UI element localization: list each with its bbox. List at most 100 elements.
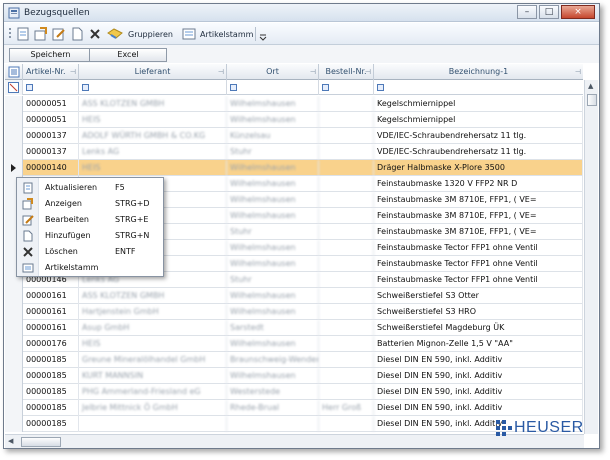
table-cell-bestell[interactable] bbox=[319, 416, 374, 432]
row-indicator[interactable] bbox=[5, 368, 23, 384]
table-cell-bez[interactable]: Feinstaubmaske 3M 8710E, FFP1, ( VE= bbox=[374, 192, 583, 208]
row-indicator[interactable] bbox=[5, 288, 23, 304]
table-cell-artikel[interactable]: 00000185 bbox=[23, 400, 79, 416]
filter-operator-icon[interactable] bbox=[230, 84, 237, 91]
filter-artikel-nr[interactable] bbox=[23, 80, 79, 95]
vertical-scroll-thumb[interactable] bbox=[587, 94, 597, 106]
table-row[interactable]: 00000140 HEIS Wilhelmshausen Dräger Halbmas… bbox=[5, 160, 583, 176]
table-cell-ort[interactable]: Stuhr bbox=[227, 272, 319, 288]
filter-operator-icon[interactable] bbox=[322, 84, 329, 91]
filter-bestell-nr[interactable] bbox=[319, 80, 374, 95]
table-row[interactable]: 00000185 KURT MANNSIN Wilhelmshausen Diesel… bbox=[5, 368, 583, 384]
row-indicator[interactable] bbox=[5, 96, 23, 112]
table-cell-bestell[interactable] bbox=[319, 256, 374, 272]
table-cell-artikel[interactable]: 00000051 bbox=[23, 112, 79, 128]
scroll-left-icon[interactable]: ◀ bbox=[8, 437, 13, 445]
table-cell-artikel[interactable]: 00000185 bbox=[23, 352, 79, 368]
pin-icon[interactable]: ⊣ bbox=[310, 64, 316, 80]
filter-operator-icon[interactable] bbox=[82, 84, 89, 91]
table-cell-bestell[interactable] bbox=[319, 384, 374, 400]
table-cell-artikel[interactable]: 00000161 bbox=[23, 288, 79, 304]
table-cell-ort[interactable]: Wilhelmshausen bbox=[227, 288, 319, 304]
table-cell-ort[interactable]: Wilhelmshausen bbox=[227, 240, 319, 256]
filter-bezeichnung[interactable] bbox=[374, 80, 583, 95]
pin-icon[interactable]: ⊣ bbox=[575, 64, 581, 80]
table-cell-bez[interactable]: Kegelschmiernippel bbox=[374, 112, 583, 128]
table-cell-bestell[interactable] bbox=[319, 288, 374, 304]
context-menu-item[interactable]: Aktualisieren F5 bbox=[17, 180, 163, 196]
table-cell-lieferant[interactable]: HEIS bbox=[79, 336, 227, 352]
table-cell-artikel[interactable]: 00000185 bbox=[23, 416, 79, 432]
column-chooser[interactable] bbox=[5, 64, 23, 80]
table-cell-bestell[interactable] bbox=[319, 304, 374, 320]
table-cell-lieferant[interactable]: KURT MANNSIN bbox=[79, 368, 227, 384]
table-cell-ort[interactable]: Stuhr bbox=[227, 144, 319, 160]
table-cell-bestell[interactable] bbox=[319, 96, 374, 112]
table-cell-bez[interactable]: Feinstaubmaske Tector FFP1 ohne Ventil bbox=[374, 240, 583, 256]
table-row[interactable]: 00000161 ASS KLOTZEN GMBH Wilhelmshausen Sc… bbox=[5, 288, 583, 304]
scroll-up-icon[interactable]: ▲ bbox=[588, 82, 593, 90]
table-cell-bez[interactable]: Feinstaubmaske 3M 8710E, FFP1, ( VE= bbox=[374, 208, 583, 224]
column-header-bestell-nr[interactable]: Bestell-Nr. ⊣ bbox=[319, 64, 374, 80]
table-cell-artikel[interactable]: 00000185 bbox=[23, 384, 79, 400]
table-cell-lieferant[interactable]: Jelbrie Mittnick Ö GmbH bbox=[79, 400, 227, 416]
table-cell-ort[interactable]: Rhede-Brual bbox=[227, 400, 319, 416]
column-header-artikel-nr[interactable]: Artikel-Nr. ⊣ bbox=[23, 64, 79, 80]
gruppieren-button[interactable] bbox=[107, 27, 123, 41]
row-indicator[interactable] bbox=[5, 400, 23, 416]
table-cell-bez[interactable]: Diesel DIN EN 590, inkl. Additiv bbox=[374, 400, 583, 416]
pin-icon[interactable]: ⊣ bbox=[70, 64, 76, 80]
row-indicator[interactable] bbox=[5, 144, 23, 160]
table-cell-bez[interactable]: VDE/IEC-Schraubendrehersatz 11 tlg. bbox=[374, 144, 583, 160]
table-cell-lieferant[interactable]: Asup GmbH bbox=[79, 320, 227, 336]
table-cell-bestell[interactable] bbox=[319, 128, 374, 144]
table-cell-artikel[interactable]: 00000176 bbox=[23, 336, 79, 352]
column-header-lieferant[interactable]: Lieferant ⊣ bbox=[79, 64, 227, 80]
table-cell-bez[interactable]: Schweißerstiefel Magdeburg ÜK bbox=[374, 320, 583, 336]
artikelstamm-label[interactable]: Artikelstamm bbox=[200, 30, 253, 39]
view-button[interactable] bbox=[34, 27, 48, 41]
row-indicator[interactable] bbox=[5, 304, 23, 320]
table-cell-lieferant[interactable]: Hartjenstein GmbH bbox=[79, 304, 227, 320]
artikelstamm-button[interactable] bbox=[182, 27, 196, 41]
table-cell-ort[interactable]: Wilhelmshausen bbox=[227, 176, 319, 192]
table-cell-ort[interactable]: Wilhelmshausen bbox=[227, 96, 319, 112]
filter-lieferant[interactable] bbox=[79, 80, 227, 95]
save-button[interactable]: Speichern bbox=[9, 48, 92, 62]
table-row[interactable]: 00000137 ADOLF WÜRTH GMBH & CO.KG Künzelsa… bbox=[5, 128, 583, 144]
row-indicator[interactable] bbox=[5, 160, 23, 176]
row-indicator[interactable] bbox=[5, 112, 23, 128]
close-button[interactable]: × bbox=[561, 5, 595, 19]
table-cell-bestell[interactable] bbox=[319, 112, 374, 128]
table-cell-ort[interactable]: Wilhelmshausen bbox=[227, 160, 319, 176]
table-cell-bez[interactable]: Batterien Mignon-Zelle 1,5 V "AA" bbox=[374, 336, 583, 352]
refresh-button[interactable] bbox=[16, 27, 30, 41]
table-cell-ort[interactable]: Künzelsau bbox=[227, 128, 319, 144]
vertical-scrollbar[interactable]: ▲ bbox=[584, 80, 598, 434]
table-cell-artikel[interactable]: 00000161 bbox=[23, 320, 79, 336]
table-cell-lieferant[interactable]: PHG Ammerland-Friesland eG bbox=[79, 384, 227, 400]
table-cell-lieferant[interactable]: Lenks AG bbox=[79, 144, 227, 160]
table-row[interactable]: 00000137 Lenks AG Stuhr VDE/IEC-Schraubendr… bbox=[5, 144, 583, 160]
table-cell-artikel[interactable]: 00000137 bbox=[23, 144, 79, 160]
row-indicator[interactable] bbox=[5, 384, 23, 400]
table-cell-ort[interactable]: Wilhelmshausen bbox=[227, 112, 319, 128]
table-cell-ort[interactable]: Wilhelmshausen bbox=[227, 304, 319, 320]
edit-button[interactable] bbox=[52, 27, 66, 41]
table-cell-bez[interactable]: Diesel DIN EN 590, inkl. Additiv bbox=[374, 352, 583, 368]
table-row[interactable]: 00000051 ASS KLOTZEN GMBH Wilhelmshausen Ke… bbox=[5, 96, 583, 112]
table-row[interactable]: 00000161 Hartjenstein GmbH Wilhelmshausen S… bbox=[5, 304, 583, 320]
table-cell-artikel[interactable]: 00000161 bbox=[23, 304, 79, 320]
table-cell-bestell[interactable] bbox=[319, 224, 374, 240]
table-cell-bestell[interactable] bbox=[319, 144, 374, 160]
table-cell-bestell[interactable] bbox=[319, 208, 374, 224]
filter-ort[interactable] bbox=[227, 80, 319, 95]
table-cell-ort[interactable]: Sarstedt bbox=[227, 320, 319, 336]
column-header-ort[interactable]: Ort ⊣ bbox=[227, 64, 319, 80]
table-cell-ort[interactable]: Wilhelmshausen bbox=[227, 336, 319, 352]
title-bar[interactable]: Bezugsquellen – □ × bbox=[4, 4, 599, 22]
table-cell-artikel[interactable]: 00000051 bbox=[23, 96, 79, 112]
table-cell-ort[interactable]: Wilhelmshausen bbox=[227, 256, 319, 272]
table-cell-lieferant[interactable]: ADOLF WÜRTH GMBH & CO.KG bbox=[79, 128, 227, 144]
table-cell-bez[interactable]: Kegelschmiernippel bbox=[374, 96, 583, 112]
